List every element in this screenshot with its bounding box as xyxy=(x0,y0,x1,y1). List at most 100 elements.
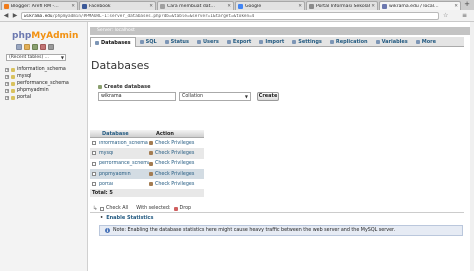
tab-databases[interactable]: Databases xyxy=(90,37,136,47)
browser-tab-label: Blogger: ArefI RM -… xyxy=(11,3,59,9)
menu-icon[interactable]: ≡ xyxy=(462,12,467,19)
expand-icon[interactable]: + xyxy=(5,95,9,100)
tab-label: Users xyxy=(202,39,219,45)
google-icon xyxy=(238,3,243,9)
check-privileges-link[interactable]: Check Privileges xyxy=(149,141,204,146)
tab-import[interactable]: Import xyxy=(255,37,288,47)
close-icon[interactable]: ✕ xyxy=(298,4,302,9)
tab-more[interactable]: More xyxy=(412,37,440,47)
database-link[interactable]: mysql xyxy=(99,151,149,156)
tab-status[interactable]: Status xyxy=(161,37,193,47)
pma-navigation-panel: phpMyAdmin (Recent tables) ... ▼ + inform… xyxy=(0,22,88,271)
database-link[interactable]: performance_schema xyxy=(99,161,149,166)
table-header: Database Action xyxy=(90,130,204,138)
tab-label: Databases xyxy=(101,39,131,46)
close-icon[interactable]: ✕ xyxy=(71,4,75,9)
settings-icon[interactable] xyxy=(40,44,46,50)
tab-variables[interactable]: Variables xyxy=(372,37,412,47)
users-icon xyxy=(196,40,201,44)
expand-icon[interactable]: + xyxy=(5,81,9,86)
more-icon xyxy=(415,40,420,44)
import-icon xyxy=(259,40,264,44)
browser-navigation-bar: ◀ ▶ wikrama.edu/phpmyadmin/#PMAURL-1:ser… xyxy=(0,10,474,22)
tab-sql[interactable]: SQL xyxy=(136,37,161,47)
database-link[interactable]: portal xyxy=(99,182,149,187)
back-arrow-icon[interactable]: ◀ xyxy=(2,12,10,20)
create-button[interactable]: Create xyxy=(257,92,279,101)
server-breadcrumb[interactable]: Server: localhost xyxy=(90,27,474,35)
tree-item-label: portal xyxy=(17,95,32,100)
check-privileges-link[interactable]: Check Privileges xyxy=(149,172,204,177)
check-all-label[interactable]: Check All xyxy=(106,206,128,211)
page-scrollbar[interactable] xyxy=(470,22,474,271)
table-row: portal Check Privileges xyxy=(90,179,204,190)
address-bar[interactable]: wikrama.edu/phpmyadmin/#PMAURL-1:server_… xyxy=(21,12,439,20)
check-privileges-link[interactable]: Check Privileges xyxy=(149,161,204,166)
check-privileges-link[interactable]: Check Privileges xyxy=(149,182,204,187)
tree-item-phpmyadmin[interactable]: + phpmyadmin xyxy=(5,87,69,94)
recent-tables-select[interactable]: (Recent tables) ... ▼ xyxy=(6,54,66,61)
check-all-checkbox[interactable] xyxy=(100,206,104,211)
total-label: Total: 5 xyxy=(92,190,113,197)
tree-item-label: phpmyadmin xyxy=(17,88,49,93)
collation-select[interactable]: Collation ▼ xyxy=(179,92,251,101)
sql-query-icon[interactable] xyxy=(24,44,30,50)
row-checkbox[interactable] xyxy=(92,141,96,146)
documentation-icon[interactable] xyxy=(32,44,38,50)
database-name-input[interactable]: wikrama xyxy=(98,92,176,101)
column-header-database[interactable]: Database xyxy=(90,130,145,137)
close-icon[interactable]: ✕ xyxy=(371,4,375,9)
row-checkbox[interactable] xyxy=(92,172,96,177)
server-tabs: Databases SQL Status Users Export Import… xyxy=(90,37,464,47)
tree-item-performance-schema[interactable]: + performance_schema xyxy=(5,80,69,87)
arrow-ltr-icon: ↳ xyxy=(92,205,98,212)
tree-item-mysql[interactable]: + mysql xyxy=(5,73,69,80)
bookmark-star-icon[interactable]: ☆ xyxy=(443,12,448,19)
tab-users[interactable]: Users xyxy=(193,37,223,47)
database-icon xyxy=(11,67,15,72)
row-checkbox[interactable] xyxy=(92,182,96,187)
create-database-icon xyxy=(98,85,102,89)
phpmyadmin-logo[interactable]: phpMyAdmin xyxy=(12,31,78,41)
export-icon xyxy=(226,40,231,44)
tree-item-portal[interactable]: + portal xyxy=(5,94,69,101)
tab-label: Replication xyxy=(335,39,368,45)
info-icon: i xyxy=(105,228,110,233)
close-icon[interactable]: ✕ xyxy=(454,4,458,9)
tab-label: More xyxy=(421,39,437,45)
enable-statistics-link[interactable]: • Enable Statistics xyxy=(90,212,464,223)
new-tab-button[interactable]: + xyxy=(462,1,472,9)
database-tree: + information_schema + mysql + performance_… xyxy=(5,66,69,101)
home-icon[interactable] xyxy=(16,44,22,50)
forward-arrow-icon[interactable]: ▶ xyxy=(11,12,19,20)
browser-tab-cara[interactable]: Cara membuat dat… ✕ xyxy=(157,1,234,10)
browser-tab-facebook[interactable]: Facebook ✕ xyxy=(79,1,156,10)
variables-icon xyxy=(375,40,380,44)
privileges-icon xyxy=(149,151,153,156)
browser-tab-blogger[interactable]: Blogger: ArefI RM -… ✕ xyxy=(1,1,78,10)
expand-icon[interactable]: + xyxy=(5,74,9,79)
expand-icon[interactable]: + xyxy=(5,88,9,93)
tree-item-information-schema[interactable]: + information_schema xyxy=(5,66,69,73)
browser-tab-phpmyadmin[interactable]: wikrama.edu / local… ✕ xyxy=(379,1,461,10)
drop-button[interactable]: Drop xyxy=(180,206,192,211)
reload-icon[interactable] xyxy=(48,44,54,50)
settings-icon xyxy=(292,40,297,44)
tab-replication[interactable]: Replication xyxy=(326,37,372,47)
row-checkbox[interactable] xyxy=(92,151,96,156)
close-icon[interactable]: ✕ xyxy=(149,4,153,9)
browser-tab-label: wikrama.edu / local… xyxy=(389,3,439,9)
action-label: Check Privileges xyxy=(155,140,195,146)
row-checkbox[interactable] xyxy=(92,161,96,166)
close-icon[interactable]: ✕ xyxy=(227,4,231,9)
tab-settings[interactable]: Settings xyxy=(288,37,326,47)
privileges-icon xyxy=(149,172,153,177)
database-link[interactable]: information_schema xyxy=(99,141,149,146)
browser-tab-google[interactable]: Google ✕ xyxy=(235,1,305,10)
tab-export[interactable]: Export xyxy=(223,37,256,47)
check-privileges-link[interactable]: Check Privileges xyxy=(149,151,204,156)
database-link[interactable]: phpmyadmin xyxy=(99,172,149,177)
expand-icon[interactable]: + xyxy=(5,67,9,72)
browser-tab-portal[interactable]: Portal Informasi Sekolah ✕ xyxy=(306,1,378,10)
bullet: • xyxy=(100,215,104,221)
